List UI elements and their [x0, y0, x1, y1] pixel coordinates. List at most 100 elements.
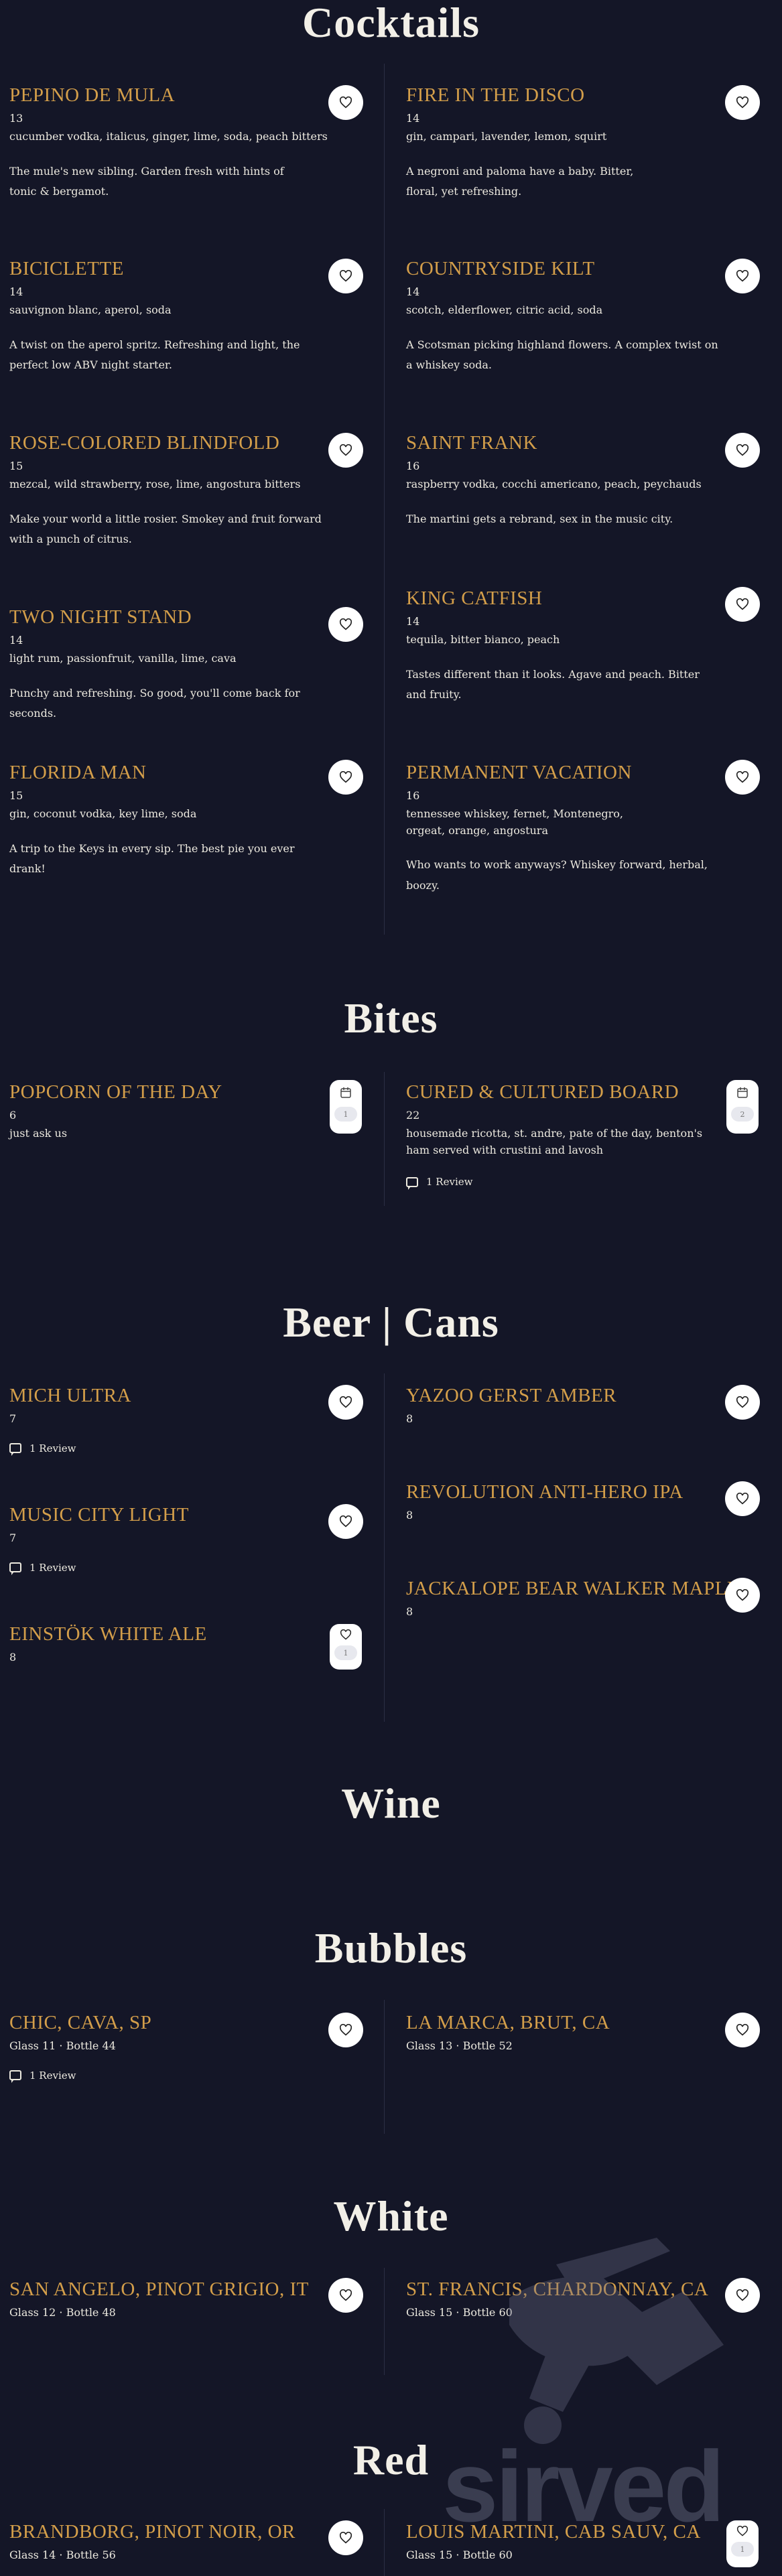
item-name: COUNTRYSIDE KILT — [406, 258, 595, 279]
menu-item: MUSIC CITY LIGHT 7 1 Review — [9, 1504, 358, 1576]
favorite-button[interactable] — [725, 1385, 760, 1420]
item-price: 14 — [406, 614, 420, 628]
column-divider — [384, 2509, 385, 2576]
favorite-button[interactable] — [725, 433, 760, 468]
menu-item: FIRE IN THE DISCO 14 gin, campari, laven… — [406, 84, 755, 202]
favorite-button[interactable] — [328, 607, 363, 642]
heart-icon — [736, 444, 749, 456]
item-price: 16 — [406, 459, 420, 472]
menu-item: SAINT FRANK 16 raspberry vodka, cocchi a… — [406, 432, 755, 529]
heart-icon — [736, 96, 749, 109]
item-name: CHIC, CAVA, SP — [9, 2012, 152, 2033]
favorite-button[interactable] — [725, 587, 760, 622]
item-ingredients: gin, campari, lavender, lemon, squirt — [406, 129, 607, 143]
favorite-button[interactable] — [725, 1481, 760, 1516]
calendar-icon — [737, 1087, 748, 1098]
heart-icon — [736, 270, 749, 282]
heart-icon — [736, 1396, 749, 1408]
favorite-button[interactable] — [328, 1504, 363, 1539]
heart-icon — [736, 598, 749, 610]
count-badge: 2 — [731, 1107, 754, 1122]
item-price: 14 — [406, 285, 420, 298]
item-description: Punchy and refreshing. So good, you'll c… — [9, 686, 300, 720]
calendar-icon — [340, 1087, 351, 1098]
item-price: Glass 14 · Bottle 56 — [9, 2548, 116, 2561]
item-description: Make your world a little rosier. Smokey … — [9, 512, 322, 546]
comment-icon — [9, 2070, 21, 2084]
item-name: BRANDBORG, PINOT NOIR, OR — [9, 2521, 296, 2543]
heart-icon — [339, 2289, 352, 2301]
review-link[interactable]: 1 Review — [9, 1442, 358, 1456]
item-ingredients: raspberry vodka, cocchi americano, peach… — [406, 477, 702, 490]
item-name: FIRE IN THE DISCO — [406, 84, 585, 106]
favorite-button[interactable] — [328, 2278, 363, 2313]
favorite-button[interactable] — [328, 259, 363, 293]
favorite-button[interactable] — [725, 85, 760, 120]
column-divider — [384, 1072, 385, 1206]
item-price: Glass 11 · Bottle 44 — [9, 2039, 116, 2052]
item-price: 16 — [406, 789, 420, 802]
item-name: SAINT FRANK — [406, 432, 537, 454]
menu-item: PERMANENT VACATION 16 tennessee whiskey,… — [406, 762, 755, 896]
review-count: 1 Review — [426, 1176, 473, 1189]
favorite-button[interactable] — [725, 2013, 760, 2047]
count-badge: 1 — [334, 1645, 357, 1660]
section-title-cocktails: Cocktails — [302, 0, 480, 46]
item-name: ROSE-COLORED BLINDFOLD — [9, 432, 280, 454]
item-price: 15 — [9, 459, 23, 472]
menu-item: TWO NIGHT STAND 14 light rum, passionfru… — [9, 606, 358, 724]
item-ingredients: scotch, elderflower, citric acid, soda — [406, 303, 603, 316]
item-description: A twist on the aperol spritz. Refreshing… — [9, 338, 300, 372]
calendar-button[interactable]: 1 — [330, 1080, 362, 1134]
item-price: 7 — [9, 1412, 17, 1425]
item-name: JACKALOPE BEAR WALKER MAPLE — [406, 1578, 740, 1599]
menu-item: COUNTRYSIDE KILT 14 scotch, elderflower,… — [406, 258, 755, 375]
item-price: 22 — [406, 1108, 420, 1122]
item-price: 8 — [406, 1605, 413, 1618]
item-description: The martini gets a rebrand, sex in the m… — [406, 512, 673, 525]
item-name: EINSTÖK WHITE ALE — [9, 1623, 207, 1645]
item-ingredients: mezcal, wild strawberry, rose, lime, ang… — [9, 477, 301, 490]
menu-item: MICH ULTRA 7 1 Review — [9, 1385, 358, 1456]
comment-icon — [9, 1443, 21, 1456]
review-count: 1 Review — [29, 1442, 76, 1454]
favorite-button[interactable] — [328, 85, 363, 120]
item-price: 15 — [9, 789, 23, 802]
favorite-button[interactable] — [725, 1578, 760, 1613]
heart-icon — [339, 444, 352, 456]
column-divider — [384, 2000, 385, 2134]
menu-item: BICICLETTE 14 sauvignon blanc, aperol, s… — [9, 258, 358, 375]
comment-icon — [406, 1176, 418, 1190]
calendar-button[interactable]: 2 — [726, 1080, 759, 1134]
item-description: A Scotsman picking highland flowers. A c… — [406, 338, 718, 372]
item-name: SAN ANGELO, PINOT GRIGIO, IT — [9, 2279, 309, 2300]
review-link[interactable]: 1 Review — [406, 1176, 755, 1190]
menu-item: SAN ANGELO, PINOT GRIGIO, IT Glass 12 · … — [9, 2279, 358, 2319]
heart-icon — [736, 1589, 749, 1601]
favorite-button[interactable] — [328, 1385, 363, 1420]
item-ingredients: cucumber vodka, italicus, ginger, lime, … — [9, 129, 328, 143]
favorite-button[interactable] — [725, 760, 760, 795]
review-link[interactable]: 1 Review — [9, 1562, 358, 1576]
item-ingredients: just ask us — [9, 1126, 68, 1140]
favorite-button[interactable] — [328, 760, 363, 795]
favorite-button[interactable] — [328, 2013, 363, 2047]
item-price: 8 — [406, 1412, 413, 1425]
menu-item: YAZOO GERST AMBER 8 — [406, 1385, 755, 1425]
review-link[interactable]: 1 Review — [9, 2070, 358, 2084]
item-name: POPCORN OF THE DAY — [9, 1081, 222, 1103]
item-description: A negroni and paloma have a baby. Bitter… — [406, 164, 634, 198]
item-name: REVOLUTION ANTI-HERO IPA — [406, 1481, 683, 1503]
item-name: MUSIC CITY LIGHT — [9, 1504, 189, 1526]
item-description: Tastes different than it looks. Agave an… — [406, 667, 700, 701]
favorite-button[interactable]: 1 — [330, 1624, 362, 1670]
heart-icon — [340, 1629, 352, 1640]
comment-icon — [9, 1562, 21, 1576]
heart-icon — [339, 1396, 352, 1408]
favorite-button[interactable] — [725, 259, 760, 293]
heart-icon — [339, 1515, 352, 1528]
heart-icon — [736, 1493, 749, 1505]
favorite-button[interactable] — [328, 2520, 363, 2555]
favorite-button[interactable] — [328, 433, 363, 468]
item-price: 7 — [9, 1531, 17, 1544]
